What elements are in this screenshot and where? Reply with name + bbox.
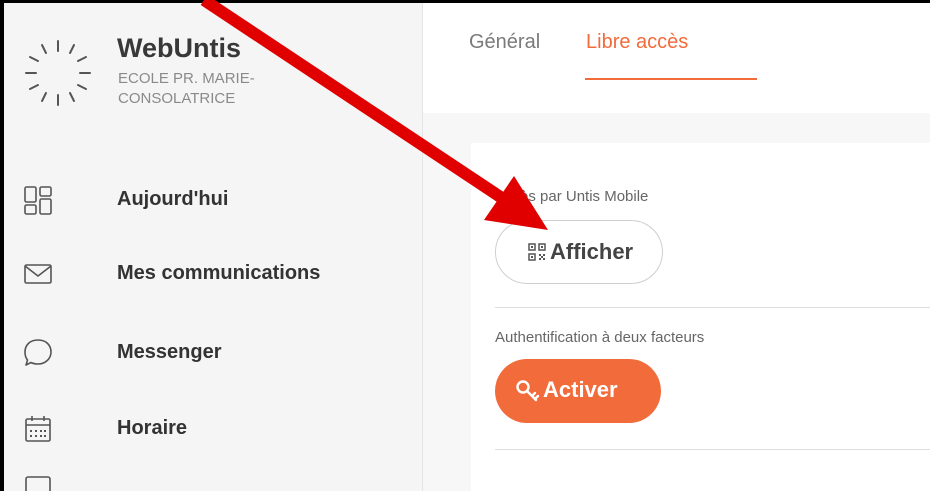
tab-libre-acces[interactable]: Libre accès: [586, 31, 688, 54]
key-icon: [516, 380, 540, 402]
activate-button-label: Activer: [543, 377, 618, 402]
divider: [495, 449, 930, 450]
sidebar-item-aujourdhui[interactable]: Aujourd'hui: [4, 170, 422, 230]
sidebar: WebUntis ECOLE PR. MARIE-CONSOLATRICE Au…: [4, 3, 423, 491]
sidebar-item-label: Messenger: [117, 341, 222, 363]
chat-bubble-icon: [24, 339, 52, 366]
webuntis-logo-icon: [25, 40, 91, 106]
sidebar-item-label: Horaire: [117, 417, 188, 439]
tab-bar: Général Libre accès: [423, 3, 930, 113]
calendar-icon: [25, 416, 51, 442]
school-name: ECOLE PR. MARIE-CONSOLATRICE: [118, 70, 255, 107]
envelope-icon: [24, 264, 52, 284]
sidebar-item-messenger[interactable]: Messenger: [4, 323, 422, 383]
sidebar-item-horaire[interactable]: Horaire: [4, 399, 422, 459]
sidebar-item-more[interactable]: [4, 473, 422, 491]
access-card: Accès par Untis Mobile Afficher Authenti…: [471, 143, 930, 491]
show-button-label: Afficher: [550, 239, 634, 264]
divider: [495, 307, 930, 308]
dashboard-icon: [24, 186, 52, 215]
two-factor-label: Authentification à deux facteurs: [495, 329, 705, 346]
brand-header: WebUntis ECOLE PR. MARIE-CONSOLATRICE: [4, 3, 422, 143]
main-content: Général Libre accès Accès par Untis Mobi…: [423, 3, 930, 491]
sidebar-item-label: Aujourd'hui: [117, 188, 229, 210]
sidebar-item-label: Mes communications: [117, 262, 321, 284]
qr-code-icon: [528, 243, 546, 261]
app-title: WebUntis: [117, 33, 242, 63]
sidebar-item-mes-communications[interactable]: Mes communications: [4, 244, 422, 304]
tab-general[interactable]: Général: [469, 31, 540, 54]
mobile-access-label: Accès par Untis Mobile: [495, 188, 649, 205]
list-icon: [25, 476, 51, 491]
activate-2fa-button[interactable]: Activer: [495, 359, 661, 423]
active-tab-indicator: [585, 78, 757, 80]
show-qr-button[interactable]: Afficher: [495, 220, 663, 284]
